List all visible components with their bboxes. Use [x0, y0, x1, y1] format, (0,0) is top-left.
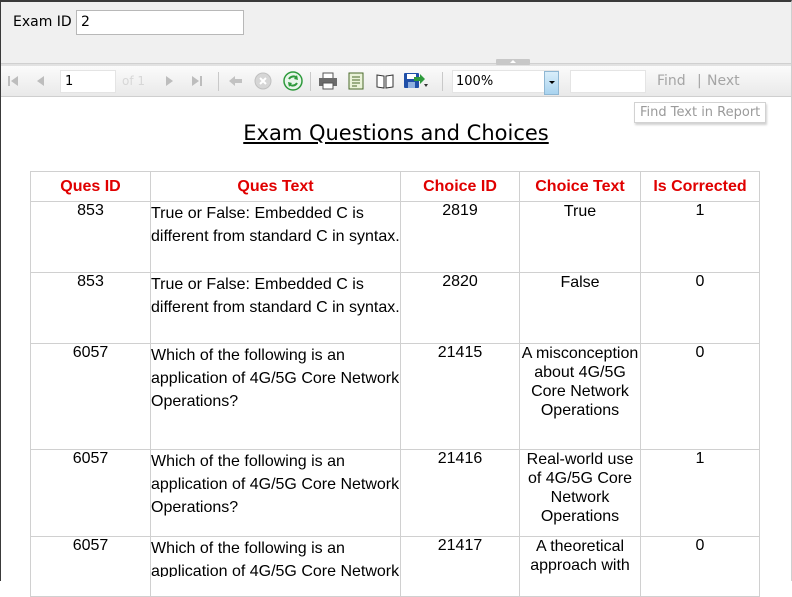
ques-text-cell: Which of the following is an application…: [150, 343, 401, 450]
table-header-row: Ques ID Ques Text Choice ID Choice Text …: [30, 171, 760, 202]
next-link[interactable]: Next: [707, 73, 740, 89]
back-icon[interactable]: [228, 71, 244, 91]
is-corrected-cell: 1: [640, 201, 760, 273]
find-next-separator: |: [697, 73, 702, 89]
choice-id-cell: 21416: [400, 449, 520, 537]
toolbar-separator: [310, 72, 311, 91]
exam-id-input[interactable]: 2: [76, 10, 244, 35]
ques-text-cell: True or False: Embedded C is different f…: [150, 272, 401, 344]
first-page-icon[interactable]: [6, 71, 20, 91]
page-of-label: of 1: [122, 74, 146, 88]
questions-table: Ques ID Ques Text Choice ID Choice Text …: [30, 171, 760, 597]
choice-text-cell: Real-world use of 4G/5G Core Network Ope…: [519, 449, 641, 537]
print-layout-icon[interactable]: [347, 71, 365, 91]
export-icon[interactable]: [403, 71, 429, 91]
column-header-choice-id: Choice ID: [400, 171, 520, 202]
column-header-choice-text: Choice Text: [519, 171, 641, 202]
exam-id-label: Exam ID: [13, 14, 72, 30]
ques-text-cell: True or False: Embedded C is different f…: [150, 201, 401, 273]
find-link[interactable]: Find: [657, 73, 686, 89]
choice-id-cell: 21415: [400, 343, 520, 450]
table-row: 6057 Which of the following is an applic…: [30, 343, 760, 450]
table-row: 853 True or False: Embedded C is differe…: [30, 201, 760, 273]
choice-id-cell: 2819: [400, 201, 520, 273]
parameter-area: Exam ID 2: [0, 0, 792, 63]
zoom-select[interactable]: 100%: [452, 70, 559, 93]
stop-icon[interactable]: [254, 71, 272, 91]
find-text-input[interactable]: [570, 70, 646, 93]
toolbar-separator: [442, 72, 443, 91]
prev-page-icon[interactable]: [34, 71, 48, 91]
toolbar-separator: [218, 72, 219, 91]
page-number-input[interactable]: 1: [60, 70, 116, 93]
column-header-ques-id: Ques ID: [30, 171, 151, 202]
report-title: Exam Questions and Choices: [243, 121, 549, 145]
zoom-dropdown-button[interactable]: [544, 71, 559, 95]
is-corrected-cell: 0: [640, 272, 760, 344]
choice-text-cell: A misconception about 4G/5G Core Network…: [519, 343, 641, 450]
is-corrected-cell: 0: [640, 343, 760, 450]
ques-id-cell: 6057: [30, 343, 151, 450]
refresh-icon[interactable]: [283, 71, 303, 91]
last-page-icon[interactable]: [190, 71, 204, 91]
page-setup-icon[interactable]: [375, 71, 395, 91]
is-corrected-cell: 1: [640, 449, 760, 537]
ques-text-cell: Which of the following is an application…: [150, 449, 401, 537]
collapse-parameters-button[interactable]: [496, 59, 530, 65]
ques-id-cell: 6057: [30, 449, 151, 537]
column-header-is-corrected: Is Corrected: [640, 171, 760, 202]
is-corrected-cell: 0: [640, 536, 760, 597]
report-toolbar: 1 of 1 100% Find | Next: [0, 66, 792, 97]
choice-text-cell: A theoretical approach with no applicati…: [519, 536, 641, 597]
ques-id-cell: 853: [30, 272, 151, 344]
table-row: 6057 Which of the following is an applic…: [30, 536, 760, 597]
choice-text-cell: True: [519, 201, 641, 273]
find-tooltip: Find Text in Report: [634, 102, 767, 123]
ques-text-cell: Which of the following is an application…: [150, 536, 401, 597]
ques-id-cell: 853: [30, 201, 151, 273]
table-row: 6057 Which of the following is an applic…: [30, 449, 760, 537]
print-icon[interactable]: [318, 71, 338, 91]
ques-id-cell: 6057: [30, 536, 151, 597]
choice-id-cell: 2820: [400, 272, 520, 344]
column-header-ques-text: Ques Text: [150, 171, 401, 202]
choice-id-cell: 21417: [400, 536, 520, 597]
table-row: 853 True or False: Embedded C is differe…: [30, 272, 760, 344]
choice-text-cell: False: [519, 272, 641, 344]
next-page-icon[interactable]: [162, 71, 176, 91]
